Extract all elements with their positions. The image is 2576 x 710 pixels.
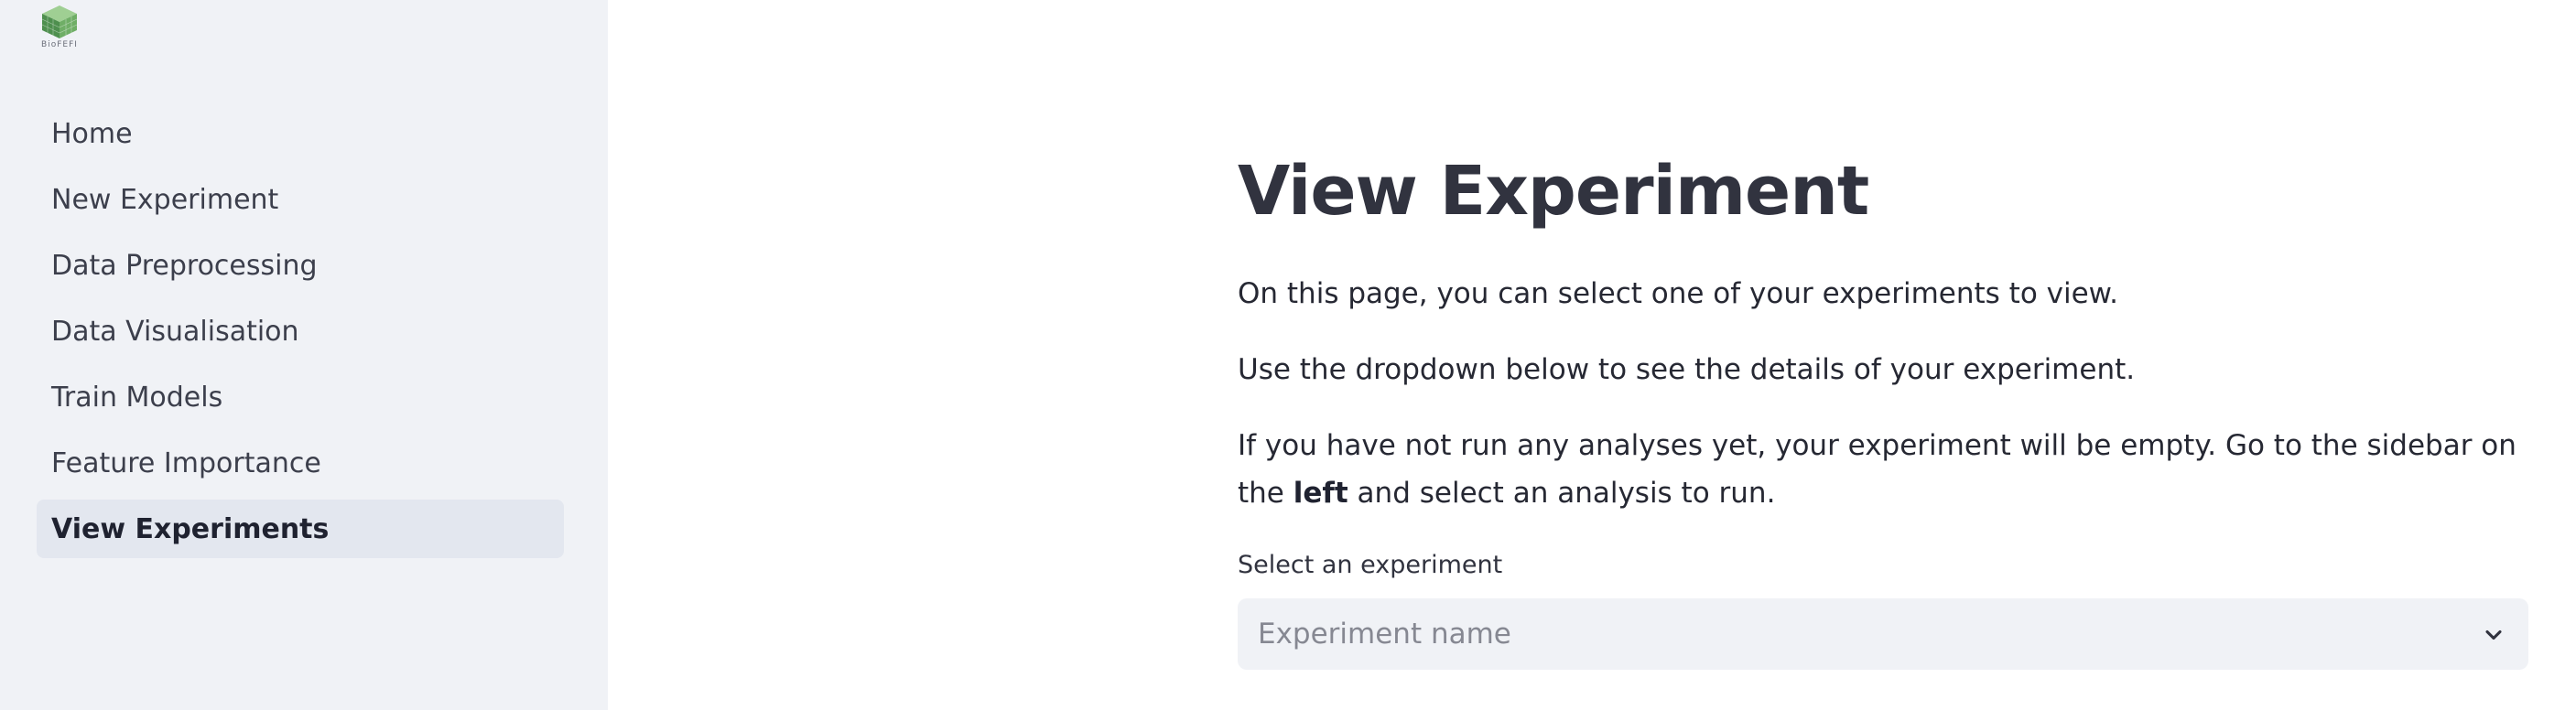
sidebar-item-data-preprocessing[interactable]: Data Preprocessing: [37, 236, 564, 295]
main-content: View Experiment On this page, you can se…: [1238, 0, 2528, 710]
note-bold-left: left: [1293, 477, 1348, 510]
sidebar-item-train-models[interactable]: Train Models: [37, 368, 564, 426]
sidebar-item-home[interactable]: Home: [37, 104, 564, 163]
sidebar-item-feature-importance[interactable]: Feature Importance: [37, 434, 564, 492]
empty-experiment-note: If you have not run any analyses yet, yo…: [1238, 422, 2528, 517]
select-experiment-label: Select an experiment: [1238, 551, 1503, 579]
sidebar-item-data-visualisation[interactable]: Data Visualisation: [37, 302, 564, 360]
intro-paragraph: On this page, you can select one of your…: [1238, 277, 2119, 310]
sidebar-item-view-experiments[interactable]: View Experiments: [37, 500, 564, 558]
instruction-paragraph: Use the dropdown below to see the detail…: [1238, 353, 2136, 386]
cube-logo-icon: [41, 5, 78, 38]
note-text-after: and select an analysis to run.: [1348, 477, 1776, 510]
sidebar-nav: Home New Experiment Data Preprocessing D…: [37, 104, 564, 565]
chevron-down-icon[interactable]: [2481, 622, 2506, 648]
experiment-select[interactable]: Experiment name: [1238, 598, 2528, 670]
logo-text: BioFEFI: [41, 40, 78, 49]
logo: BioFEFI: [37, 4, 82, 53]
sidebar-item-new-experiment[interactable]: New Experiment: [37, 170, 564, 229]
sidebar: BioFEFI Home New Experiment Data Preproc…: [0, 0, 608, 710]
page-title: View Experiment: [1238, 152, 1869, 231]
app-window: BioFEFI Home New Experiment Data Preproc…: [0, 0, 2576, 710]
experiment-select-placeholder: Experiment name: [1258, 618, 1511, 651]
